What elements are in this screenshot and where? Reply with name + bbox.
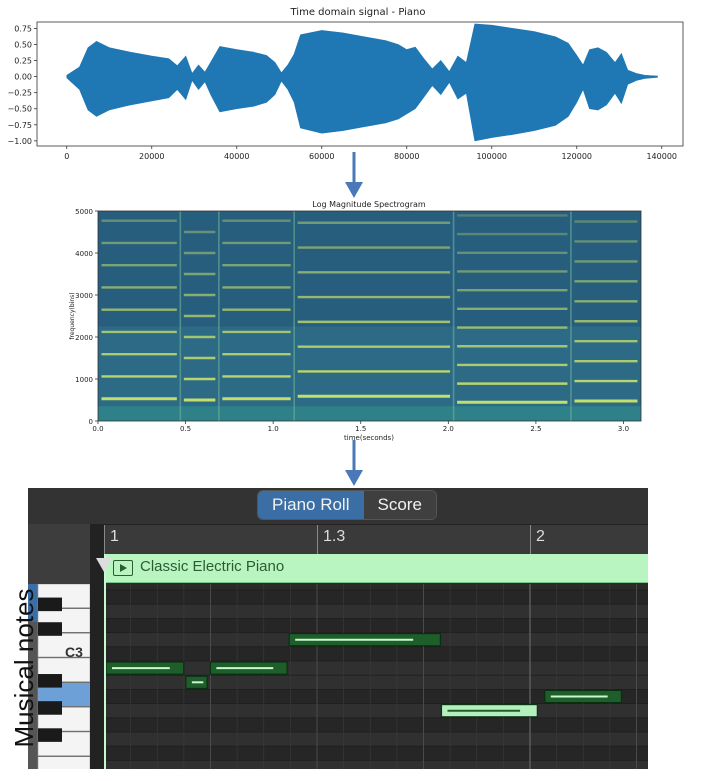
grid-row (104, 661, 648, 676)
x-tick-label: 20000 (139, 152, 164, 161)
x-tick-label: 0.0 (92, 425, 103, 433)
spectrogram-x-axis: 0.0 0.5 1.0 1.5 2.0 2.5 3.0 (92, 421, 629, 433)
bar-ruler[interactable]: 1 1.3 2 (28, 524, 648, 555)
spectrogram-ylabel: frequency(bins) (69, 292, 76, 339)
x-tick-label: 0 (64, 152, 69, 161)
ruler-label: 2 (536, 528, 545, 545)
region-title: Classic Electric Piano (140, 558, 285, 575)
y-tick-label: 5000 (75, 208, 93, 216)
waveform-x-axis: 0 20000 40000 60000 80000 100000 120000 140000 (64, 146, 677, 161)
down-arrow-icon (345, 440, 363, 486)
ruler-bar-line (530, 525, 531, 555)
grid-row (104, 746, 648, 761)
y-tick-label: 0.75 (14, 24, 32, 33)
x-tick-label: 3.0 (618, 425, 629, 433)
midi-region-header[interactable]: Classic Electric Piano (104, 554, 648, 583)
grid-row (104, 760, 648, 769)
grid-row (104, 703, 648, 718)
y-tick-label: −1.00 (7, 137, 32, 146)
y-tick-label: 0.50 (14, 40, 32, 49)
spectrogram-low-band (98, 406, 641, 421)
spectrogram-title: Log Magnitude Spectrogram (312, 200, 426, 209)
piano-roll-editor: Piano Roll Score 1 1.3 2 Classic Electric … (28, 488, 648, 769)
y-tick-label: 2000 (75, 334, 93, 342)
grid-row (104, 646, 648, 661)
ruler-bar-line (317, 525, 318, 555)
y-tick-label: −0.75 (7, 121, 32, 130)
x-tick-label: 40000 (224, 152, 249, 161)
key-label-c3: C3 (65, 644, 83, 660)
spectrogram-chart: Log Magnitude Spectrogram 0.0 0.5 1.0 1.5 2.… (69, 200, 642, 442)
y-tick-label: −0.50 (7, 105, 32, 114)
y-tick-label: 0.25 (14, 57, 32, 66)
grid-row (104, 717, 648, 732)
tab-score[interactable]: Score (363, 491, 436, 519)
y-tick-label: 0.00 (14, 73, 32, 82)
ruler-label: 1 (110, 528, 119, 545)
x-tick-label: 80000 (394, 152, 419, 161)
y-tick-label: 4000 (75, 250, 93, 258)
x-tick-label: 1.5 (355, 425, 366, 433)
note-grid[interactable] (104, 584, 648, 769)
waveform-y-axis: 0.75 0.50 0.25 0.00 −0.25 −0.50 −0.75 −1.00 (7, 24, 37, 146)
ruler-label: 1.3 (323, 528, 346, 545)
x-tick-label: 140000 (646, 152, 677, 161)
x-tick-label: 100000 (476, 152, 507, 161)
y-tick-label: 3000 (75, 292, 93, 300)
region-play-icon[interactable] (113, 560, 133, 576)
white-key[interactable] (37, 756, 90, 769)
playhead-line[interactable] (104, 554, 106, 769)
editor-toolbar: Piano Roll Score (28, 488, 648, 524)
grid-row (104, 618, 648, 633)
ruler-bar-line (104, 525, 105, 555)
x-tick-label: 120000 (561, 152, 592, 161)
waveform-title: Time domain signal - Piano (290, 7, 426, 18)
tab-piano-roll[interactable]: Piano Roll (258, 491, 364, 519)
y-tick-label: 0 (89, 418, 93, 426)
waveform-series (66, 23, 658, 142)
view-switcher: Piano Roll Score (257, 490, 437, 520)
playhead-handle-icon[interactable] (96, 558, 112, 572)
grid-row (104, 604, 648, 619)
x-tick-label: 60000 (309, 152, 334, 161)
y-tick-label: 1000 (75, 376, 93, 384)
waveform-plot-area (66, 23, 658, 142)
grid-row (104, 732, 648, 747)
x-tick-label: 2.5 (530, 425, 541, 433)
x-tick-label: 0.5 (180, 425, 191, 433)
grid-row (104, 590, 648, 605)
side-label: Musical notes (9, 588, 39, 748)
waveform-chart: Time domain signal - Piano 0 20000 40000 60… (7, 7, 684, 161)
x-tick-label: 1.0 (268, 425, 279, 433)
spectrogram-y-axis: 0 1000 2000 3000 4000 5000 (75, 208, 98, 426)
spectrogram-plot-area (98, 211, 641, 421)
x-tick-label: 2.0 (443, 425, 454, 433)
y-tick-label: −0.25 (7, 89, 32, 98)
